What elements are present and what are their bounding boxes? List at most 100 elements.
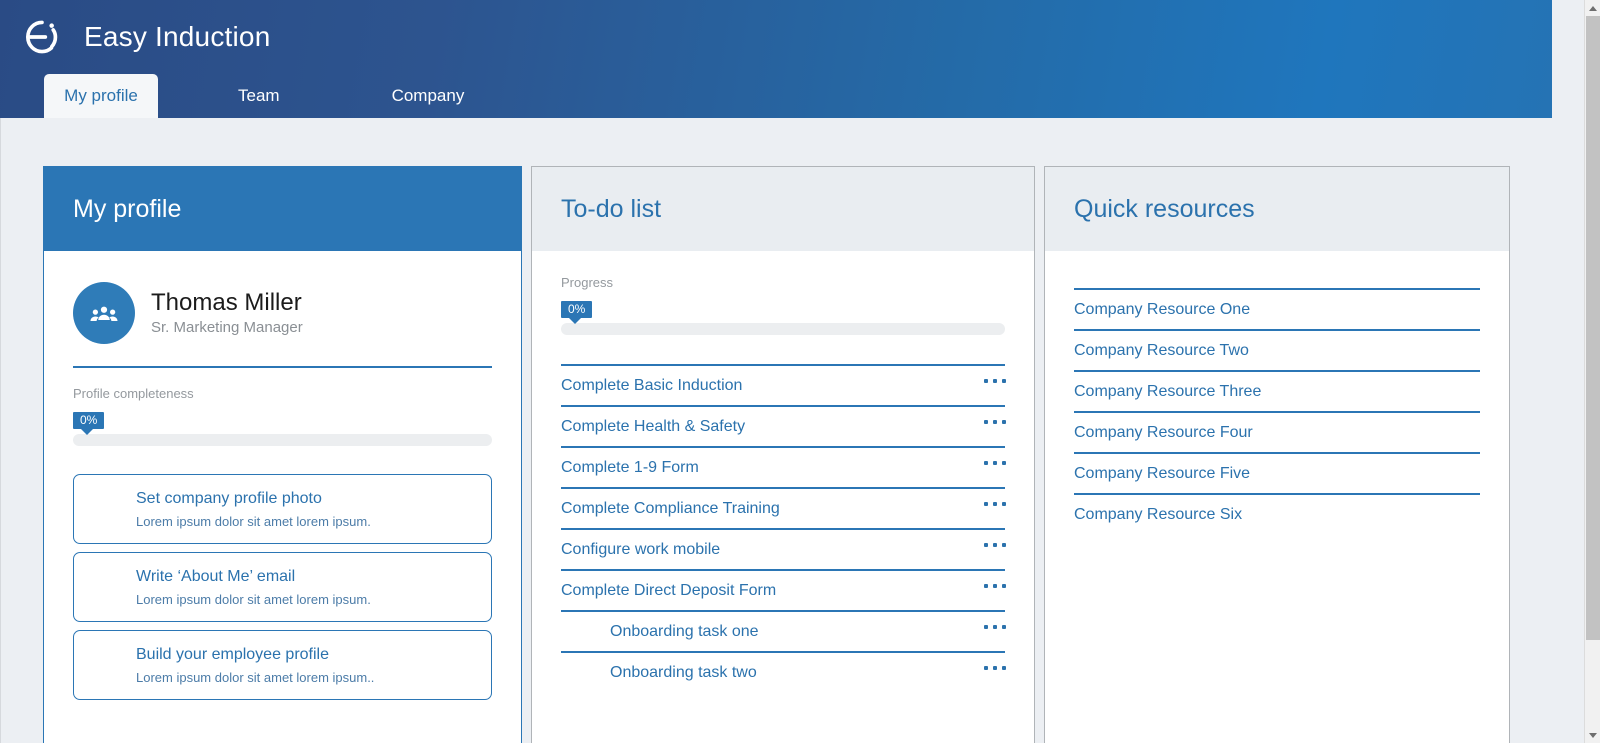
task-row[interactable]: Onboarding task two xyxy=(561,651,1006,692)
avatar[interactable] xyxy=(73,282,135,344)
task-row[interactable]: Complete Direct Deposit Form xyxy=(561,569,1006,610)
todo-list-panel-header: To-do list xyxy=(532,167,1034,251)
ellipsis-icon xyxy=(993,420,997,424)
resource-link-label: Company Resource Five xyxy=(1074,464,1251,482)
resource-link-label: Company Resource Six xyxy=(1074,505,1243,523)
tab-bar: My profile Team Company xyxy=(0,74,1552,118)
task-label: Complete Direct Deposit Form xyxy=(561,581,777,599)
ellipsis-icon xyxy=(1002,584,1006,588)
task-menu-button[interactable] xyxy=(984,461,1006,465)
resource-link-row[interactable]: Company Resource Three xyxy=(1074,370,1480,411)
ellipsis-icon xyxy=(1002,625,1006,629)
ellipsis-icon xyxy=(1002,461,1006,465)
ellipsis-icon xyxy=(993,584,997,588)
task-menu-button[interactable] xyxy=(984,379,1006,383)
action-card-set-photo[interactable]: Set company profile photo Lorem ipsum do… xyxy=(73,474,492,544)
profile-completeness-label: Profile completeness xyxy=(73,386,194,401)
ellipsis-icon xyxy=(1002,379,1006,383)
tab-company-label: Company xyxy=(391,86,465,105)
ellipsis-icon xyxy=(1002,502,1006,506)
resource-link-label: Company Resource Four xyxy=(1074,423,1253,441)
quick-resources-list: Company Resource One Company Resource Two… xyxy=(1074,251,1480,534)
dashboard-board: My profile Thomas Miller Sr. Marketing M… xyxy=(43,166,1510,743)
profile-completeness-badge: 0% xyxy=(73,412,105,435)
resource-link-row[interactable]: Company Resource One xyxy=(1074,288,1480,329)
resource-link-label: Company Resource One xyxy=(1074,300,1251,318)
ellipsis-icon xyxy=(993,379,997,383)
task-label: Onboarding task two xyxy=(610,663,757,681)
resource-link-row[interactable]: Company Resource Six xyxy=(1074,493,1480,534)
task-menu-button[interactable] xyxy=(984,584,1006,588)
task-row[interactable]: Configure work mobile xyxy=(561,528,1006,569)
todo-task-list: Complete Basic Induction Complete Health … xyxy=(561,364,1006,692)
task-row[interactable]: Complete Health & Safety xyxy=(561,405,1006,446)
ellipsis-icon xyxy=(984,625,988,629)
action-card-subtitle: Lorem ipsum dolor sit amet lorem ipsum. xyxy=(136,591,371,607)
ellipsis-icon xyxy=(993,666,997,670)
action-card-title: Set company profile photo xyxy=(136,490,322,508)
my-profile-panel-title: My profile xyxy=(73,194,182,223)
task-row[interactable]: Complete 1-9 Form xyxy=(561,446,1006,487)
quick-resources-panel-title: Quick resources xyxy=(1074,194,1255,223)
resource-link-row[interactable]: Company Resource Four xyxy=(1074,411,1480,452)
vertical-scrollbar[interactable] xyxy=(1584,0,1600,743)
ellipsis-icon xyxy=(993,543,997,547)
ellipsis-icon xyxy=(993,625,997,629)
ellipsis-icon xyxy=(1002,543,1006,547)
profile-action-list: Set company profile photo Lorem ipsum do… xyxy=(73,474,492,700)
person-name: Thomas Miller xyxy=(151,288,302,316)
quick-resources-panel-header: Quick resources xyxy=(1045,167,1509,251)
person-role: Sr. Marketing Manager xyxy=(151,319,303,337)
todo-progress-badge: 0% xyxy=(561,301,593,324)
scroll-down-button[interactable] xyxy=(1585,727,1600,743)
scrollbar-thumb[interactable] xyxy=(1586,16,1600,640)
todo-progress-label: Progress xyxy=(561,275,614,290)
todo-progress-track xyxy=(561,323,1005,335)
identity-block: Thomas Miller Sr. Marketing Manager xyxy=(73,251,492,366)
tab-team-label: Team xyxy=(238,86,280,105)
tab-company[interactable]: Company xyxy=(364,74,493,118)
todo-list-panel-body: Progress 0% Complete Basic Induction Comp… xyxy=(532,251,1034,692)
scroll-down-arrow-icon xyxy=(1589,732,1597,738)
task-label: Complete 1-9 Form xyxy=(561,458,699,476)
ellipsis-icon xyxy=(1002,666,1006,670)
task-label: Onboarding task one xyxy=(610,622,759,640)
resource-link-label: Company Resource Three xyxy=(1074,382,1262,400)
brand-row: Easy Induction xyxy=(0,0,1552,74)
task-row[interactable]: Complete Basic Induction xyxy=(561,364,1006,405)
scroll-up-button[interactable] xyxy=(1585,0,1600,16)
tab-my-profile-label: My profile xyxy=(64,86,138,105)
ellipsis-icon xyxy=(984,584,988,588)
my-profile-panel: My profile Thomas Miller Sr. Marketing M… xyxy=(43,166,522,743)
todo-list-panel: To-do list Progress 0% Complete Basic In… xyxy=(531,166,1035,743)
resource-link-row[interactable]: Company Resource Two xyxy=(1074,329,1480,370)
ellipsis-icon xyxy=(984,379,988,383)
task-menu-button[interactable] xyxy=(984,666,1006,670)
profile-completeness-track xyxy=(73,434,492,446)
app-title: Easy Induction xyxy=(84,21,271,52)
task-row[interactable]: Complete Compliance Training xyxy=(561,487,1006,528)
profile-divider xyxy=(73,366,492,368)
action-card-build-profile[interactable]: Build your employee profile Lorem ipsum … xyxy=(73,630,492,700)
task-menu-button[interactable] xyxy=(984,625,1006,629)
task-menu-button[interactable] xyxy=(984,502,1006,506)
quick-resources-panel: Quick resources Company Resource One Comp… xyxy=(1044,166,1510,743)
scroll-up-arrow-icon xyxy=(1589,5,1597,11)
action-card-title: Write ‘About Me’ email xyxy=(136,568,296,586)
tab-my-profile[interactable]: My profile xyxy=(44,74,158,118)
todo-progress-meter: 0% xyxy=(561,301,1005,335)
ellipsis-icon xyxy=(984,666,988,670)
task-menu-button[interactable] xyxy=(984,543,1006,547)
resource-link-row[interactable]: Company Resource Five xyxy=(1074,452,1480,493)
task-label: Complete Basic Induction xyxy=(561,376,743,394)
task-label: Complete Health & Safety xyxy=(561,417,746,435)
tab-team[interactable]: Team xyxy=(210,74,308,118)
task-label: Configure work mobile xyxy=(561,540,721,558)
left-edge-divider xyxy=(0,118,1,743)
action-card-subtitle: Lorem ipsum dolor sit amet lorem ipsum. xyxy=(136,513,371,529)
task-row[interactable]: Onboarding task one xyxy=(561,610,1006,651)
task-menu-button[interactable] xyxy=(984,420,1006,424)
people-group-icon xyxy=(90,306,118,321)
task-label: Complete Compliance Training xyxy=(561,499,780,517)
action-card-about-me-email[interactable]: Write ‘About Me’ email Lorem ipsum dolor… xyxy=(73,552,492,622)
